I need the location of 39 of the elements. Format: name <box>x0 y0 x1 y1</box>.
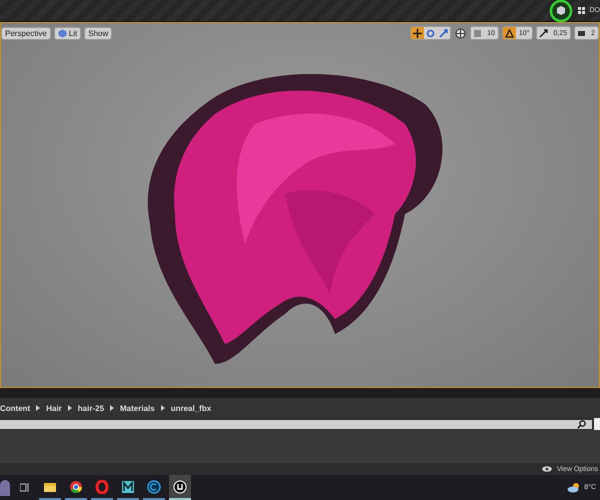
chevron-right-icon <box>36 405 40 411</box>
breadcrumb-item[interactable]: Materials <box>120 404 155 412</box>
breadcrumb-item[interactable]: hair-25 <box>78 404 104 412</box>
search-icon <box>577 420 586 428</box>
snap-toggle[interactable] <box>502 27 516 39</box>
scroll-panel <box>594 418 600 430</box>
viewport-button[interactable]: Perspective <box>1 26 51 40</box>
snap-icon <box>539 28 548 38</box>
breadcrumb-item[interactable]: Hair <box>46 404 62 412</box>
app-icon <box>95 480 109 494</box>
weather-icon <box>567 482 582 493</box>
chevron-right-icon <box>68 405 72 411</box>
task-view-icon[interactable] <box>20 483 29 492</box>
transform-icon <box>439 28 448 38</box>
transform-icon <box>413 28 422 38</box>
taskbar-app-icon[interactable] <box>169 475 191 500</box>
cube-icon <box>58 28 67 38</box>
snap-icon <box>577 28 586 38</box>
viewport-button[interactable]: Show <box>84 26 112 40</box>
chevron-right-icon <box>160 405 165 411</box>
grid-icon <box>578 6 586 14</box>
search-field[interactable] <box>0 420 592 428</box>
breadcrumb-item[interactable]: Content <box>0 404 30 412</box>
app-icon <box>121 480 135 494</box>
snap-icon <box>473 28 482 38</box>
globe-icon[interactable] <box>455 28 466 38</box>
chevron-right-icon <box>110 405 114 411</box>
app-icon <box>173 480 187 494</box>
source-control-icon[interactable] <box>548 0 574 22</box>
breadcrumb-item[interactable]: unreal_fbx <box>170 404 212 412</box>
avatar-icon[interactable] <box>0 480 10 496</box>
app-icon <box>147 480 161 494</box>
transform-icon <box>426 28 436 38</box>
snap-icon <box>504 28 514 38</box>
snap-toggle[interactable] <box>537 27 550 39</box>
transform-mode-button[interactable] <box>411 27 424 39</box>
eye-icon <box>542 466 552 472</box>
app-icon <box>69 480 83 494</box>
viewport-button[interactable]: Lit <box>54 26 82 40</box>
